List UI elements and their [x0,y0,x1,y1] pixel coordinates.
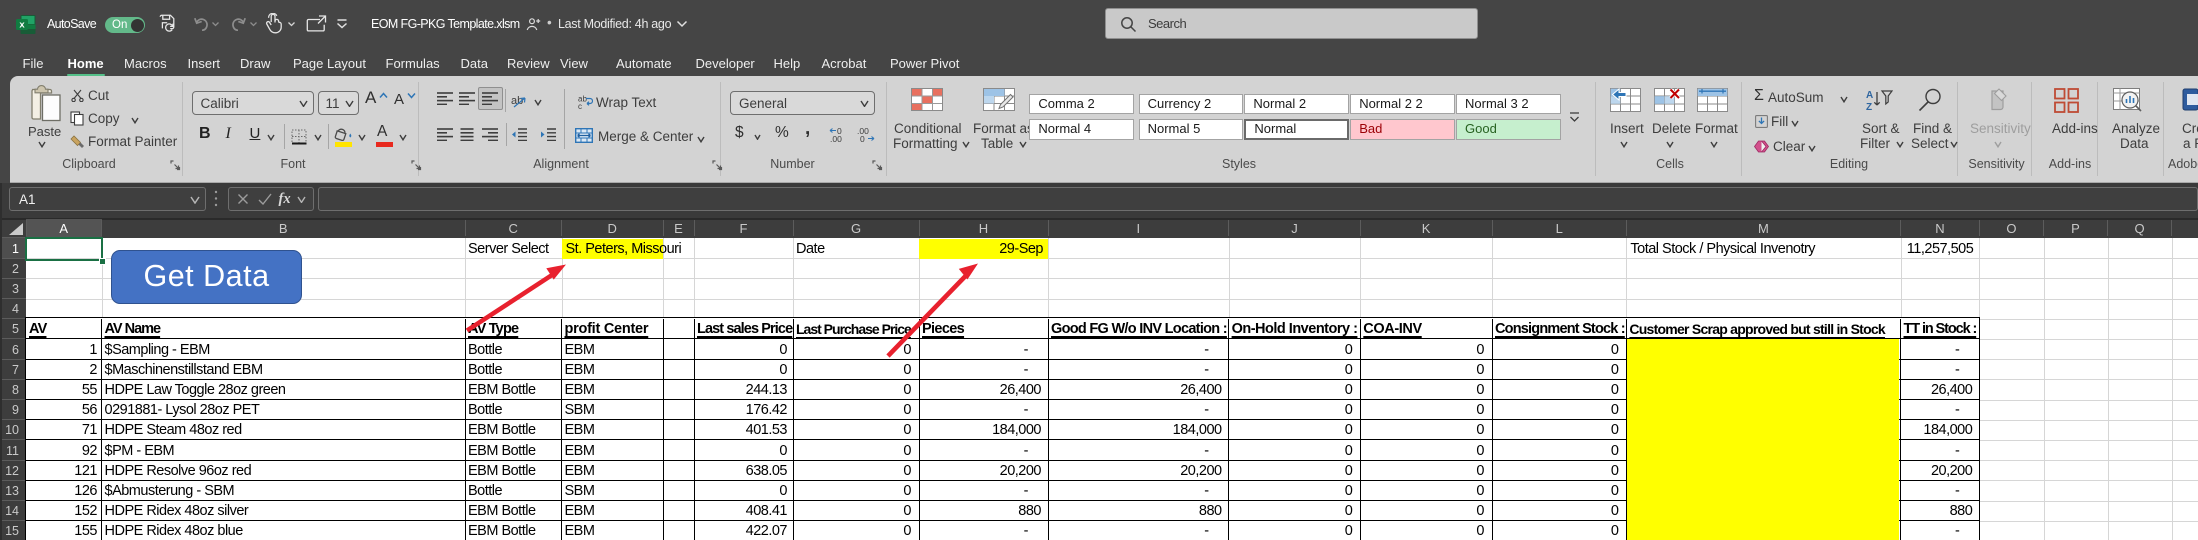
svg-text:c: c [578,102,582,109]
svg-text:Z: Z [1866,102,1872,111]
svg-text:0: 0 [860,134,865,143]
svg-text:x: x [19,20,25,31]
svg-text:.00: .00 [830,134,842,143]
svg-text:A: A [1866,90,1873,101]
